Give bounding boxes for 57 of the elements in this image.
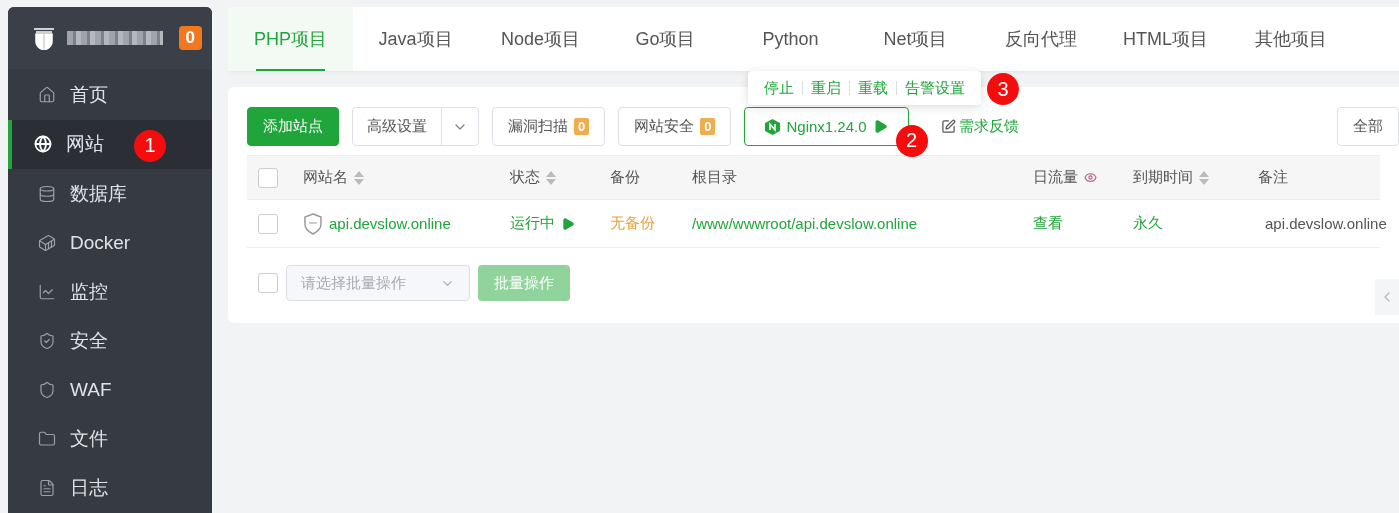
tab[interactable]: Java项目 — [353, 7, 478, 71]
tab[interactable]: Net项目 — [853, 7, 978, 71]
sidebar-item[interactable]: 安全 — [8, 316, 212, 366]
hexagon-icon — [765, 118, 781, 135]
sidebar-item[interactable]: 首页 — [8, 70, 212, 120]
shield-logo-icon — [33, 25, 55, 50]
chart-icon — [38, 282, 56, 301]
security-button[interactable]: 网站安全 0 — [618, 107, 732, 146]
container-icon — [38, 233, 56, 252]
column-header[interactable]: 到期时间 — [1133, 168, 1258, 187]
tab[interactable]: Node项目 — [478, 7, 603, 71]
sort-icon[interactable] — [546, 170, 556, 185]
sort-icon[interactable] — [1199, 170, 1209, 185]
home-icon — [38, 86, 56, 105]
database-icon — [38, 184, 56, 203]
tab[interactable]: 其他项目 — [1228, 7, 1353, 71]
annotation-marker: 2 — [895, 124, 928, 157]
tab[interactable]: Python — [728, 7, 853, 71]
shield-icon — [303, 212, 323, 235]
sidebar-item[interactable]: WAF — [8, 365, 212, 415]
column-header: 日流量 — [1033, 168, 1133, 187]
count-badge: 0 — [700, 118, 716, 135]
sidebar-item[interactable]: 日志 — [8, 463, 212, 513]
play-icon[interactable] — [561, 216, 575, 231]
globe-icon — [34, 135, 52, 154]
checkbox[interactable] — [258, 273, 278, 293]
edit-icon — [940, 119, 956, 134]
scan-button[interactable]: 漏洞扫描 0 — [492, 107, 606, 146]
column-header: 备注 — [1258, 168, 1289, 187]
sort-icon[interactable] — [354, 170, 364, 185]
column-header[interactable]: 状态 — [510, 168, 610, 187]
column-header: 备份 — [610, 168, 641, 187]
settings-dropdown[interactable]: 高级设置 — [352, 107, 479, 146]
count-badge: 0 — [574, 118, 590, 135]
filter-button[interactable]: 全部 — [1337, 107, 1399, 146]
previous-page-button[interactable] — [1375, 279, 1399, 315]
sidebar-item[interactable]: 数据库 — [8, 168, 212, 219]
sidebar-item[interactable]: Docker — [8, 218, 212, 268]
tab[interactable]: Go项目 — [603, 7, 728, 71]
document-icon — [38, 479, 56, 498]
column-header[interactable]: 网站名 — [303, 168, 510, 187]
sidebar-item[interactable]: 网站 1 — [8, 119, 212, 169]
sidebar-item[interactable]: 监控 — [8, 267, 212, 317]
checkbox[interactable] — [258, 167, 278, 188]
note-text[interactable]: api.devslow.online — [1258, 215, 1387, 232]
tab[interactable]: HTML项目 — [1103, 7, 1228, 71]
shield-check-icon — [38, 331, 56, 350]
annotation-marker: 3 — [987, 73, 1019, 105]
checkbox[interactable] — [258, 213, 278, 234]
shield-icon — [38, 381, 56, 400]
eye-icon[interactable] — [1084, 171, 1097, 184]
play-icon — [872, 119, 888, 134]
folder-icon — [38, 430, 56, 449]
sidebar-item[interactable]: 文件 — [8, 414, 212, 464]
tab[interactable]: 反向代理 — [978, 7, 1103, 71]
annotation-marker: 1 — [134, 129, 166, 162]
column-header: 根目录 — [692, 168, 738, 187]
